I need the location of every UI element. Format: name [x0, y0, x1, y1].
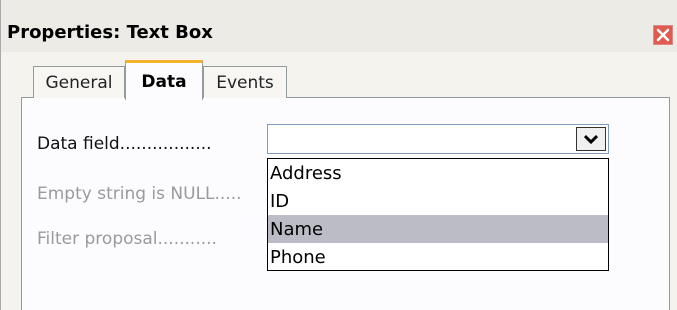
option-id[interactable]: ID	[268, 187, 608, 215]
tab-general[interactable]: General	[33, 66, 125, 98]
close-icon	[656, 28, 670, 42]
tab-data[interactable]: Data	[125, 60, 203, 100]
properties-dialog: Properties: Text Box General Data Events…	[0, 0, 677, 310]
empty-string-label: Empty string is NULL.....	[37, 184, 242, 204]
chevron-down-icon	[584, 134, 598, 144]
option-name[interactable]: Name	[268, 215, 608, 243]
title-bar: Properties: Text Box	[1, 0, 677, 52]
dropdown-list: Address ID Name Phone	[267, 158, 609, 271]
filter-proposal-label: Filter proposal...........	[37, 229, 217, 249]
data-field-combobox[interactable]	[267, 124, 609, 154]
option-phone[interactable]: Phone	[268, 243, 608, 271]
close-button[interactable]	[653, 25, 673, 45]
option-address[interactable]: Address	[268, 159, 608, 187]
tab-events[interactable]: Events	[203, 66, 287, 98]
dropdown-button[interactable]	[576, 127, 606, 151]
data-field-label: Data field.................	[37, 134, 212, 154]
window-title: Properties: Text Box	[7, 22, 213, 43]
